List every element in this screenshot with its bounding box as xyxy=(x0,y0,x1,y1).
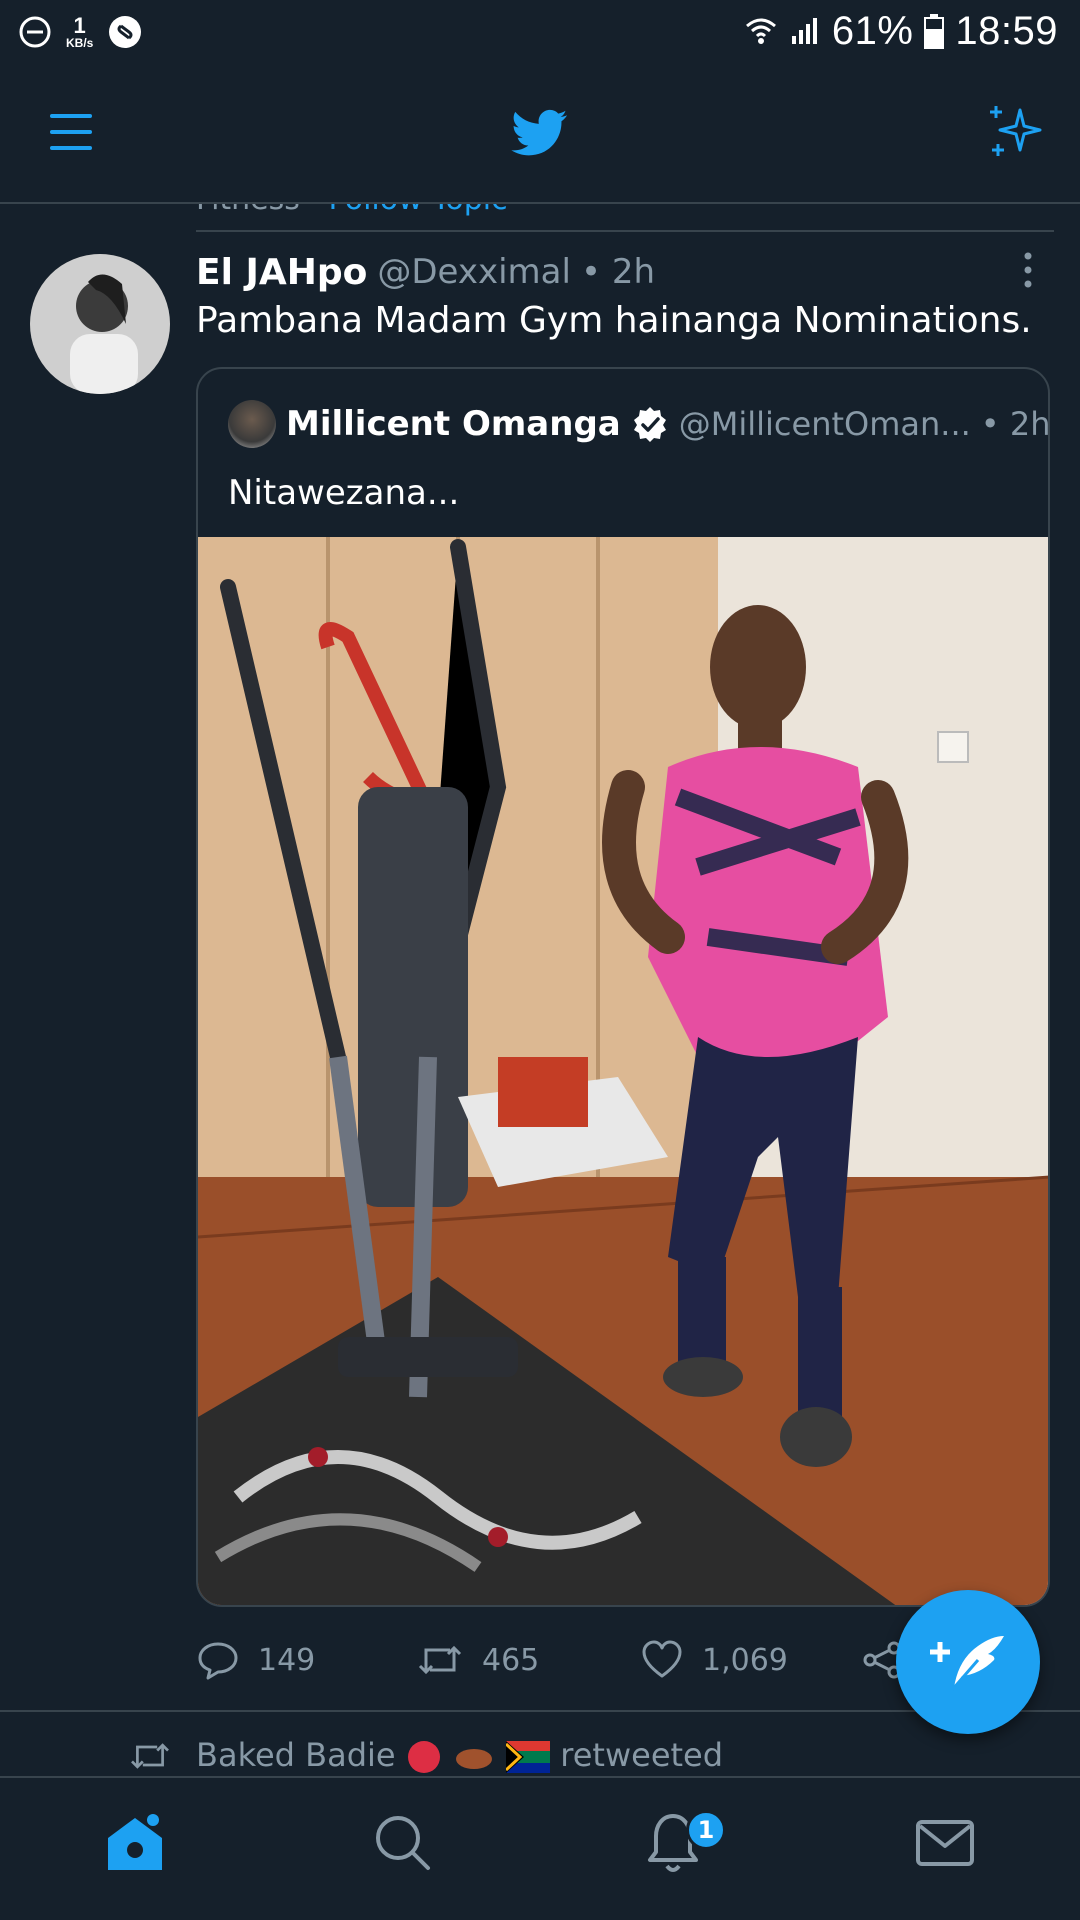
messages-icon[interactable] xyxy=(910,1808,980,1878)
retweeted-context-row: Baked Badie retweeted xyxy=(0,1736,1080,1776)
search-icon[interactable] xyxy=(368,1808,438,1878)
retweet-button[interactable]: 465 xyxy=(416,1632,539,1688)
like-count: 1,069 xyxy=(702,1642,788,1678)
signal-icon xyxy=(791,18,817,44)
verified-icon xyxy=(633,407,666,442)
reply-icon xyxy=(198,1642,238,1680)
clock: 18:59 xyxy=(955,8,1058,53)
retweet-icon xyxy=(131,1743,169,1769)
avatar-image xyxy=(30,254,170,394)
reply-count: 149 xyxy=(258,1642,316,1678)
quoted-tweet-photo[interactable] xyxy=(198,537,1048,1605)
follow-topic-link[interactable]: Follow Topic xyxy=(329,204,508,217)
tweet-author-handle[interactable]: @Dexximal xyxy=(377,252,571,292)
reply-button[interactable]: 149 xyxy=(196,1632,315,1688)
battery-icon xyxy=(924,14,945,49)
battery-percent: 61% xyxy=(831,8,914,53)
topic-name: Fitness xyxy=(196,204,300,217)
quoted-tweet-header: Millicent Omanga @MillicentOman... • 2h xyxy=(228,399,1050,449)
network-speed-unit: KB/s xyxy=(66,36,94,50)
photo-illustration xyxy=(198,537,1048,1605)
top-app-bar xyxy=(0,62,1080,204)
notifications-badge: 1 xyxy=(686,1810,726,1850)
topic-context-row: Fitness · Follow Topic xyxy=(0,204,1080,232)
quoted-tweet[interactable]: Millicent Omanga @MillicentOman... • 2h … xyxy=(196,367,1050,1607)
tweet-text: Pambana Madam Gym hainanga Nominations. xyxy=(196,300,1032,341)
tweet-header: El JAHpo @Dexximal • 2h xyxy=(196,244,655,300)
more-vertical-icon[interactable] xyxy=(1016,250,1040,290)
quoted-tweet-text: Nitawezana... xyxy=(228,473,460,513)
retweeter-name[interactable]: Baked Badie xyxy=(196,1736,396,1774)
retweet-icon xyxy=(418,1645,462,1675)
compose-tweet-button[interactable] xyxy=(896,1590,1040,1734)
compose-icon xyxy=(930,1636,1004,1691)
avatar[interactable] xyxy=(30,254,170,394)
network-speed: 1 KB/s xyxy=(66,13,94,50)
quoted-avatar xyxy=(228,400,276,448)
home-icon[interactable] xyxy=(100,1808,170,1878)
retweet-count: 465 xyxy=(482,1642,540,1678)
south-africa-flag-icon xyxy=(506,1741,551,1773)
divider xyxy=(196,230,1054,232)
wifi-icon xyxy=(745,18,776,44)
quoted-author-handle: @MillicentOman... xyxy=(678,405,971,443)
do-not-disturb-icon xyxy=(19,16,51,48)
red-circle-emoji-icon xyxy=(407,1741,440,1773)
bottom-navigation: 1 xyxy=(0,1776,1080,1920)
ox-emoji-icon xyxy=(455,1749,492,1769)
quoted-author-name: Millicent Omanga xyxy=(286,404,621,444)
sparkle-icon[interactable] xyxy=(986,102,1048,164)
retweeted-label: retweeted xyxy=(560,1736,724,1774)
quoted-tweet-time: • 2h xyxy=(980,405,1050,443)
shazam-icon xyxy=(109,16,142,48)
like-icon xyxy=(642,1640,682,1678)
menu-icon[interactable] xyxy=(48,110,96,154)
tweet-time: • 2h xyxy=(580,252,655,292)
status-bar: 1 KB/s 61% 18:59 xyxy=(0,0,1080,62)
network-speed-value: 1 xyxy=(73,13,86,38)
twitter-logo-icon[interactable] xyxy=(510,104,570,160)
tweet-author-name[interactable]: El JAHpo xyxy=(196,252,367,293)
like-button[interactable]: 1,069 xyxy=(640,1632,788,1688)
